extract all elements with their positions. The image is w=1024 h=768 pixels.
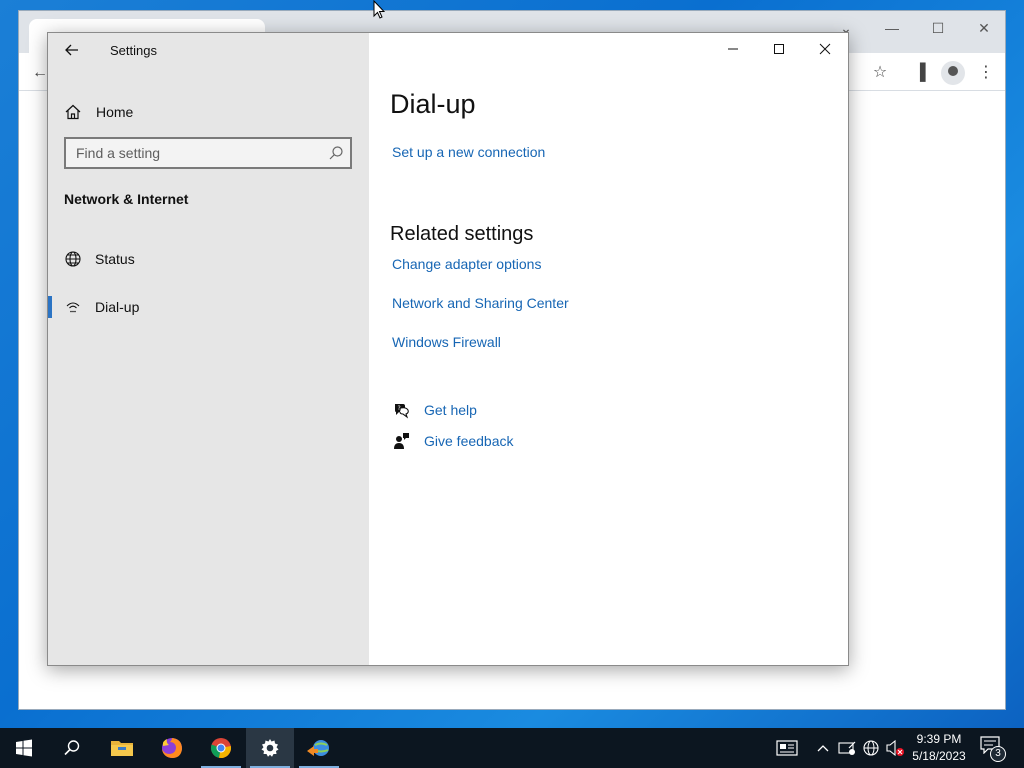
bookmark-star-icon[interactable]: ☆ — [869, 62, 891, 84]
settings-window: Settings Home Network & Internet — [47, 32, 849, 666]
chrome-icon — [210, 738, 232, 759]
browser-minimize-button[interactable]: — — [877, 17, 907, 39]
related-settings-title: Related settings — [390, 223, 534, 245]
back-button[interactable] — [60, 39, 84, 61]
security-shield-icon[interactable] — [837, 738, 857, 758]
windows-firewall-link[interactable]: Windows Firewall — [392, 334, 501, 350]
side-panel-icon[interactable]: ▐ — [909, 62, 931, 84]
clock-time: 9:39 PM — [916, 732, 962, 746]
browser-menu-icon[interactable]: ⋮ — [975, 62, 997, 84]
taskbar-file-explorer[interactable] — [98, 728, 146, 768]
search-icon — [64, 740, 80, 756]
network-sharing-center-link[interactable]: Network and Sharing Center — [392, 295, 569, 311]
search-icon[interactable] — [322, 139, 350, 167]
taskbar-firefox[interactable] — [148, 728, 196, 768]
sidebar-section-title: Network & Internet — [64, 191, 189, 207]
taskbar-search-button[interactable] — [48, 728, 96, 768]
browser-maximize-button[interactable]: ☐ — [923, 17, 953, 39]
start-icon — [16, 739, 32, 757]
start-button[interactable] — [0, 728, 48, 768]
firefox-icon — [162, 738, 182, 758]
taskbar-settings[interactable] — [246, 728, 294, 768]
home-icon — [65, 104, 81, 120]
sidebar-item-dial-up[interactable]: Dial-up — [48, 287, 369, 327]
window-title: Settings — [110, 43, 157, 58]
sidebar-item-status[interactable]: Status — [48, 239, 369, 279]
action-center-button[interactable]: 3 — [980, 736, 1006, 762]
page-title: Dial-up — [390, 89, 476, 119]
svg-text:?: ? — [398, 405, 401, 412]
change-adapter-options-link[interactable]: Change adapter options — [392, 256, 541, 272]
network-globe-icon[interactable] — [861, 738, 881, 758]
browser-close-button[interactable]: ✕ — [969, 17, 999, 39]
give-feedback-link[interactable]: Give feedback — [424, 433, 514, 449]
mouse-cursor-icon — [373, 0, 385, 19]
taskbar: 9:39 PM 5/18/2023 3 — [0, 728, 1024, 768]
file-explorer-icon — [111, 741, 133, 756]
news-widget-icon[interactable] — [776, 738, 798, 758]
notification-count-badge: 3 — [990, 746, 1006, 762]
settings-main-content: Dial-up Set up a new connection Related … — [390, 33, 848, 665]
get-help-link[interactable]: Get help — [424, 402, 477, 418]
setup-new-connection-link[interactable]: Set up a new connection — [392, 144, 545, 160]
taskbar-clock[interactable]: 9:39 PM 5/18/2023 — [906, 731, 972, 765]
get-help-row[interactable]: ? Get help — [392, 400, 477, 420]
settings-sidebar: Settings Home Network & Internet — [48, 33, 369, 665]
taskbar-network-app[interactable] — [295, 728, 343, 768]
nav-home-label: Home — [96, 104, 134, 120]
profile-avatar[interactable] — [941, 61, 965, 85]
globe-icon — [64, 250, 82, 268]
taskbar-chrome[interactable] — [197, 728, 245, 768]
settings-icon — [261, 739, 279, 757]
get-help-icon: ? — [392, 401, 410, 419]
feedback-icon — [392, 432, 410, 450]
sidebar-item-label: Dial-up — [95, 299, 140, 315]
clock-date: 5/18/2023 — [912, 749, 966, 763]
search-field-container[interactable] — [64, 137, 352, 169]
dial-up-icon — [64, 298, 82, 316]
nav-home[interactable]: Home — [64, 97, 354, 127]
network-app-icon — [307, 740, 329, 756]
back-arrow-icon — [65, 44, 78, 56]
give-feedback-row[interactable]: Give feedback — [392, 431, 514, 451]
volume-muted-icon[interactable] — [885, 738, 905, 758]
show-hidden-icons-chevron-icon[interactable] — [813, 738, 833, 758]
sidebar-item-label: Status — [95, 251, 135, 267]
search-input[interactable] — [66, 145, 322, 161]
